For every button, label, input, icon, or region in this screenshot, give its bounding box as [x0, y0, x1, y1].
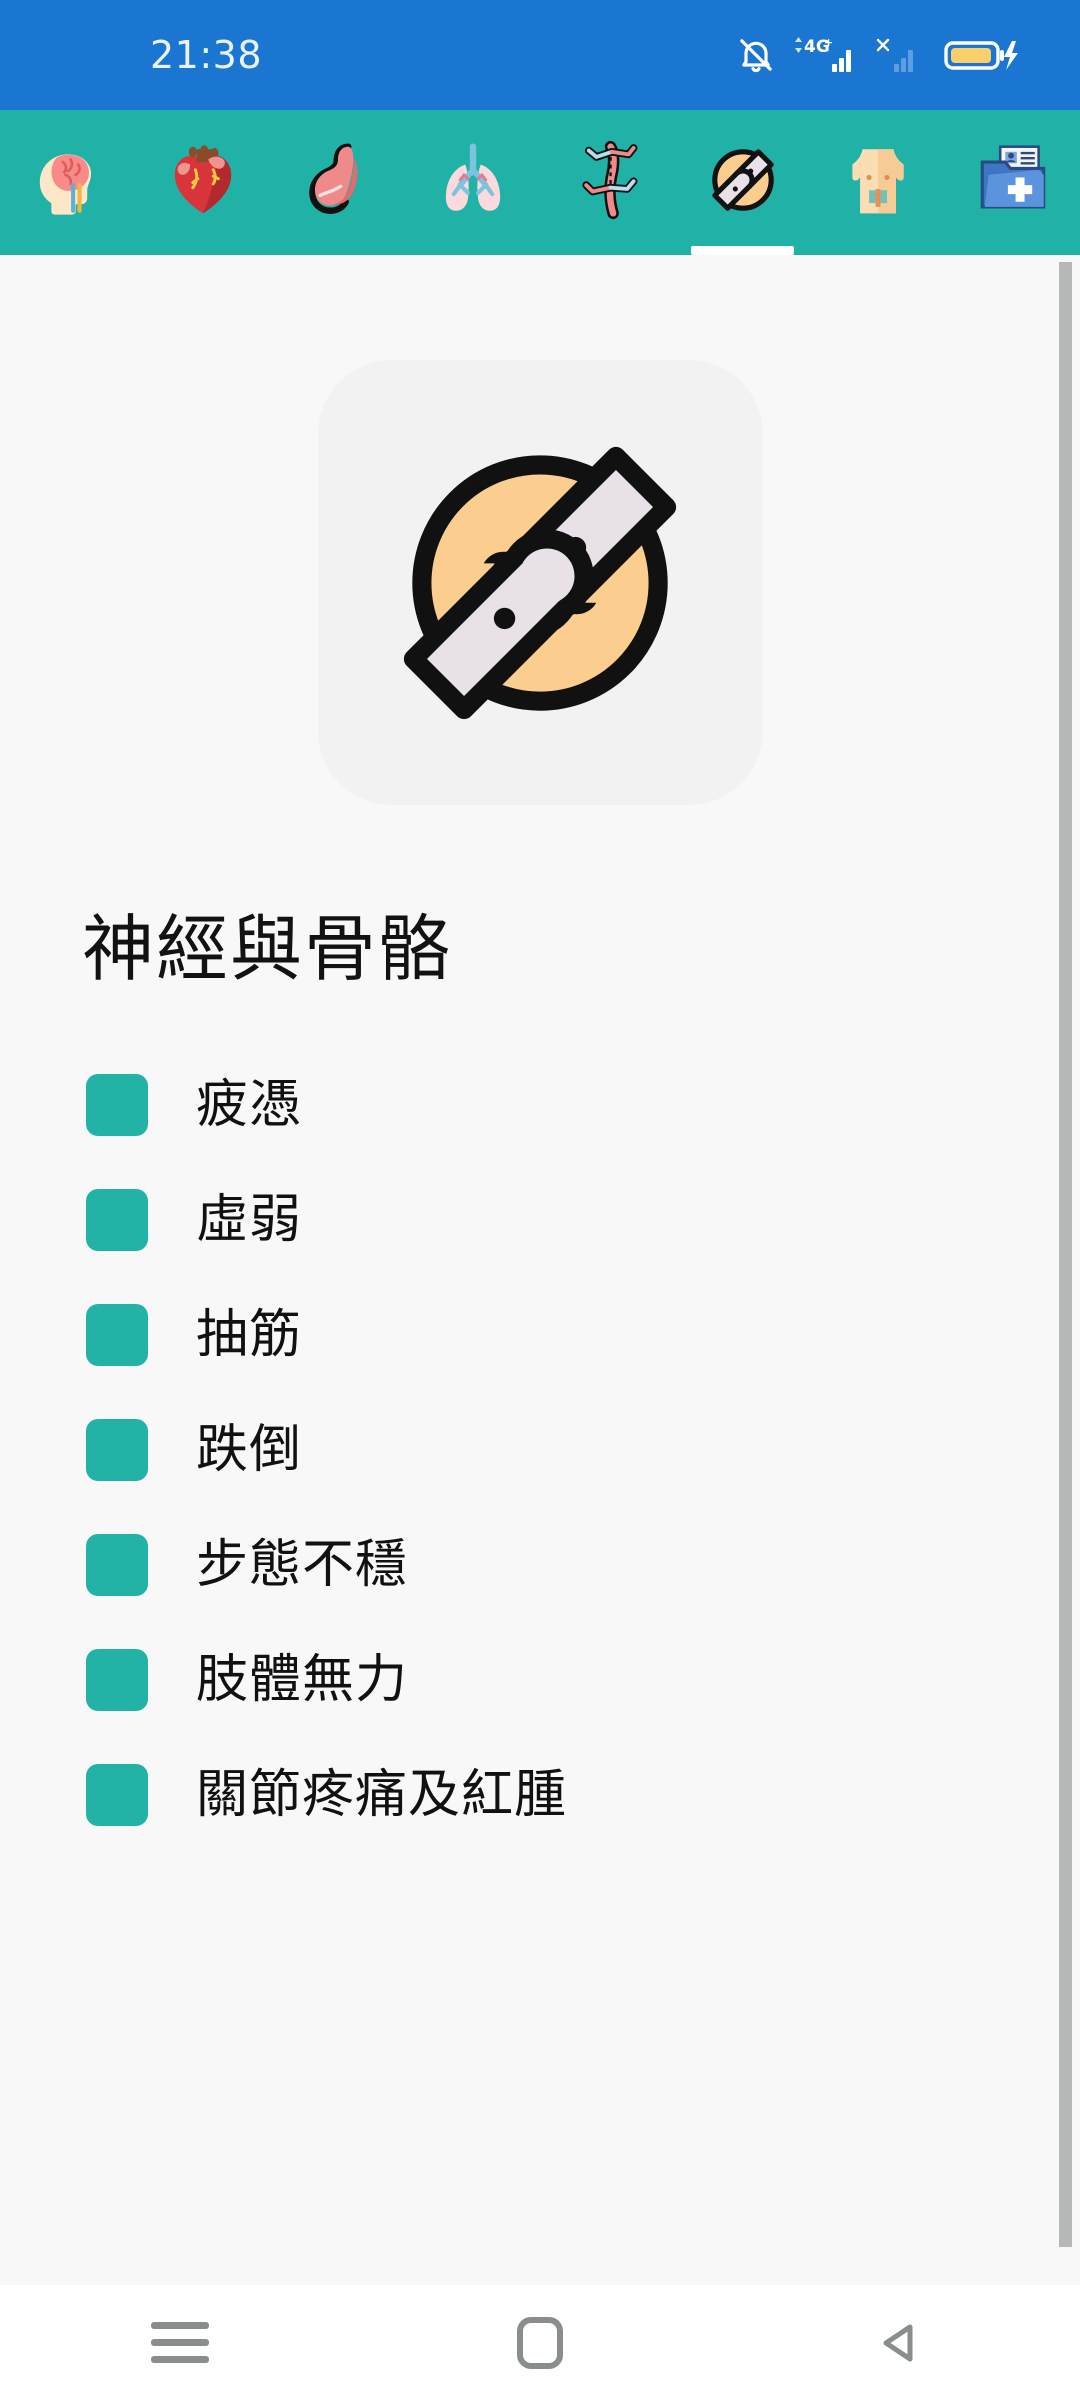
symptom-label: 抽筋	[196, 1304, 303, 1365]
tab-medical-records[interactable]	[945, 110, 1080, 255]
tab-bones-joints[interactable]	[675, 110, 810, 255]
hero-icon-card	[317, 360, 763, 805]
status-bar: 21:38 4G +	[0, 0, 1080, 110]
list-item[interactable]: 關節疼痛及紅腫	[0, 1737, 1080, 1852]
page-title: 神經與骨骼	[82, 907, 453, 991]
signal-no-service-icon	[874, 34, 926, 76]
list-item[interactable]: 步態不穩	[0, 1507, 1080, 1622]
battery-charging-icon	[944, 35, 1022, 75]
symptom-label: 虛弱	[196, 1189, 303, 1250]
status-icons-group: 4G +	[736, 34, 1022, 76]
torso-icon	[851, 148, 904, 213]
medical-folder-icon	[980, 144, 1045, 208]
signal-4g-plus-icon: 4G +	[794, 34, 856, 76]
content-area: 神經與骨骼 疲憑 虛弱 抽筋 跌倒 步態不穩 肢體無力 關節疼痛及紅腫	[0, 255, 1080, 2285]
organ-tab-bar	[0, 110, 1080, 255]
status-time: 21:38	[150, 33, 263, 77]
symptom-checkbox[interactable]	[86, 1073, 148, 1136]
blood-vessel-icon	[581, 140, 637, 219]
nav-home-button[interactable]	[360, 2316, 720, 2369]
svg-text:+: +	[824, 36, 833, 49]
bone-joint-icon	[403, 446, 677, 719]
android-nav-bar	[0, 2285, 1080, 2400]
nav-recents-button[interactable]	[0, 2312, 360, 2373]
tab-blood-vessels[interactable]	[540, 110, 675, 255]
phone-screen: 21:38 4G + 神經與骨骼 疲憑 虛弱 抽筋 跌倒 步態不穩 肢體無力 關…	[0, 0, 1080, 2400]
symptom-checkbox[interactable]	[86, 1188, 148, 1251]
symptom-checkbox[interactable]	[86, 1303, 148, 1366]
list-item[interactable]: 疲憑	[0, 1047, 1080, 1162]
list-item[interactable]: 肢體無力	[0, 1622, 1080, 1737]
list-item[interactable]: 跌倒	[0, 1392, 1080, 1507]
heart-icon	[174, 144, 231, 213]
list-item[interactable]: 抽筋	[0, 1277, 1080, 1392]
symptom-checkbox[interactable]	[86, 1763, 148, 1826]
tab-brain-nerves[interactable]	[0, 110, 135, 255]
menu-lines-icon	[151, 2312, 209, 2373]
symptom-checkbox[interactable]	[86, 1533, 148, 1596]
symptom-label: 跌倒	[196, 1419, 303, 1480]
vertical-scrollbar[interactable]	[1059, 262, 1072, 2247]
stomach-icon	[308, 142, 357, 214]
symptom-label: 步態不穩	[196, 1534, 409, 1595]
hero-section	[0, 255, 1080, 805]
head-brain-icon	[39, 153, 91, 215]
symptom-checkbox[interactable]	[86, 1418, 148, 1481]
bone-joint-icon	[711, 148, 774, 211]
list-item[interactable]: 虛弱	[0, 1162, 1080, 1277]
tab-torso-body[interactable]	[810, 110, 945, 255]
symptom-list: 疲憑 虛弱 抽筋 跌倒 步態不穩 肢體無力 關節疼痛及紅腫	[0, 1047, 1080, 1852]
back-triangle-icon	[883, 2324, 913, 2361]
symptom-label: 關節疼痛及紅腫	[196, 1764, 568, 1825]
lungs-icon	[445, 142, 500, 211]
tab-lungs[interactable]	[405, 110, 540, 255]
nav-back-button[interactable]	[720, 2315, 1080, 2371]
tab-stomach[interactable]	[270, 110, 405, 255]
symptom-checkbox[interactable]	[86, 1648, 148, 1711]
home-square-icon	[517, 2316, 563, 2369]
tab-heart[interactable]	[135, 110, 270, 255]
bell-muted-icon	[736, 35, 776, 75]
symptom-label: 肢體無力	[196, 1649, 409, 1710]
symptom-label: 疲憑	[196, 1074, 303, 1135]
